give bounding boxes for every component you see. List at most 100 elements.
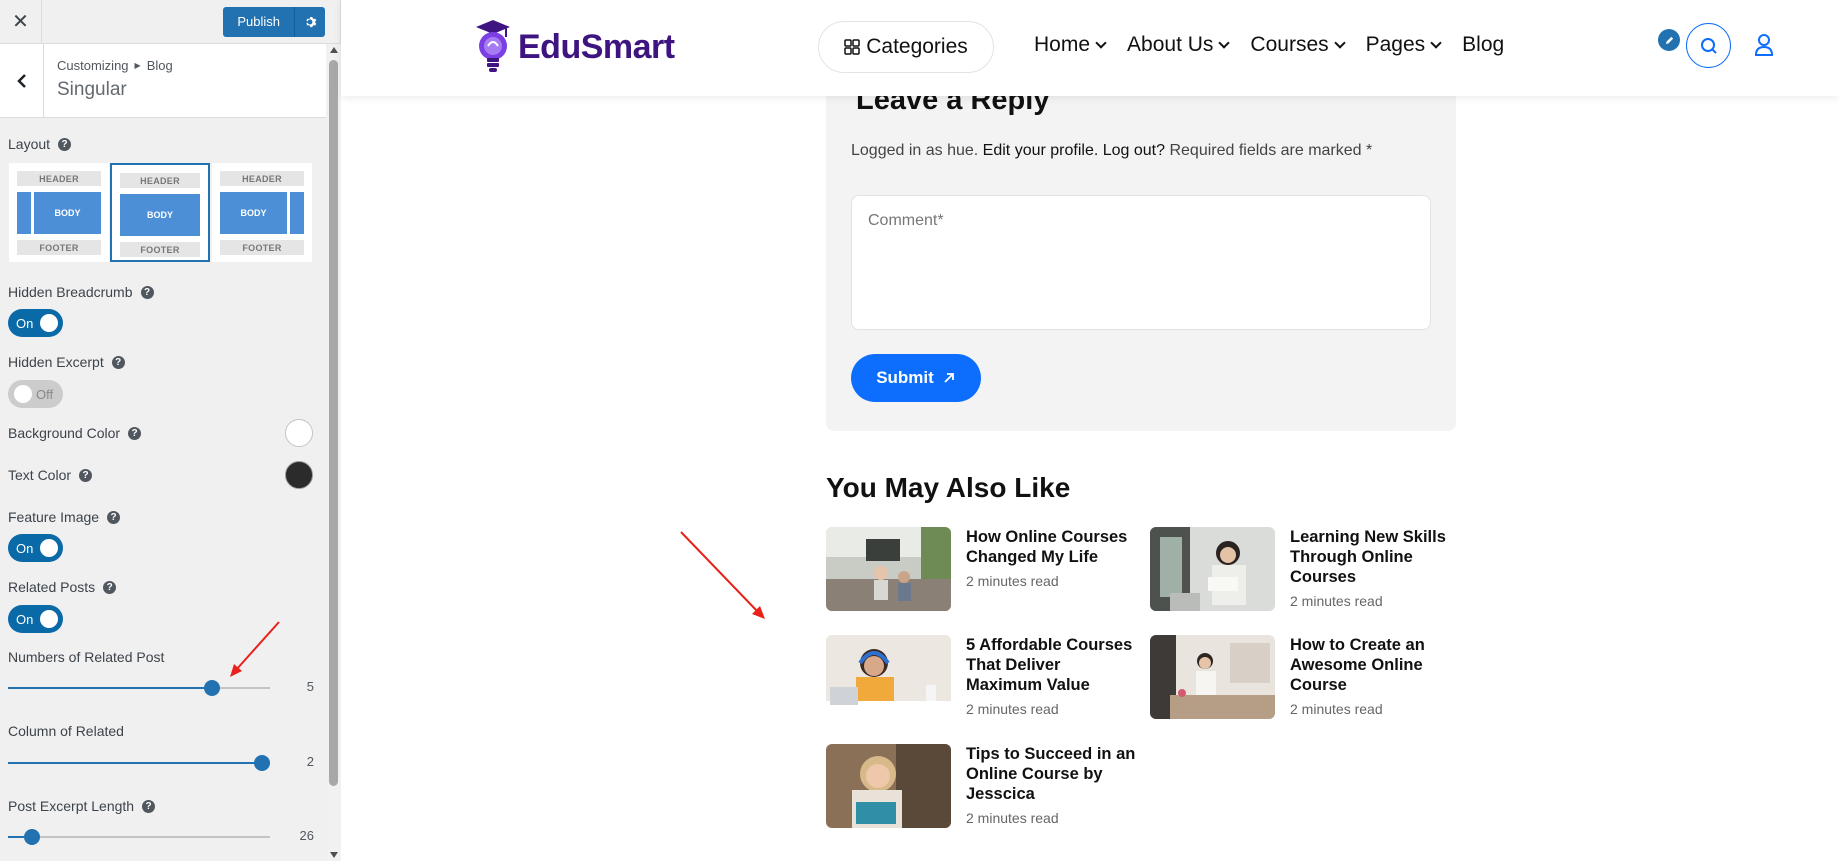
post-thumbnail[interactable] <box>826 635 951 719</box>
nav-about-us[interactable]: About Us <box>1127 33 1231 57</box>
scroll-up-icon[interactable] <box>330 47 338 53</box>
logo-text: EduSmart <box>518 27 675 66</box>
slider-handle[interactable] <box>23 829 40 845</box>
layout-no-sidebar[interactable]: HEADER BODY FOOTER <box>110 163 210 262</box>
submit-button[interactable]: Submit <box>851 354 981 402</box>
layout-body: BODY <box>220 192 287 234</box>
publish-settings-button[interactable] <box>295 6 325 37</box>
post-title[interactable]: 5 Affordable Courses That Deliver Maximu… <box>966 635 1136 695</box>
woman-reading-photo-image <box>1150 527 1275 611</box>
breadcrumb-customizing: Customizing <box>57 58 129 73</box>
layout-header: HEADER <box>17 171 101 186</box>
text-color-swatch[interactable] <box>285 461 313 489</box>
help-icon[interactable]: ? <box>111 355 125 369</box>
help-icon[interactable]: ? <box>58 137 72 151</box>
customizer-topbar: ✕ Publish <box>0 0 340 44</box>
layout-right-sidebar[interactable]: HEADER BODY FOOTER <box>212 163 312 262</box>
layout-footer: FOOTER <box>120 242 200 257</box>
post-thumbnail[interactable] <box>1150 527 1275 611</box>
related-posts-title: You May Also Like <box>826 472 1071 503</box>
help-icon[interactable]: ? <box>103 580 117 594</box>
numbers-related-value: 5 <box>306 679 314 694</box>
toggle-state: On <box>16 540 34 556</box>
related-post-card[interactable]: How to Create an Awesome Online Course 2… <box>1150 635 1460 725</box>
excerpt-length-value: 26 <box>299 828 314 843</box>
section-title: Singular <box>57 79 127 100</box>
related-posts-toggle[interactable]: On <box>8 605 63 633</box>
post-thumbnail[interactable] <box>826 744 951 828</box>
help-icon[interactable]: ? <box>140 285 154 299</box>
close-icon: ✕ <box>12 11 29 33</box>
nav-courses[interactable]: Courses <box>1250 33 1346 57</box>
layout-header: HEADER <box>120 173 200 188</box>
related-post-card[interactable]: Tips to Succeed in an Online Course by J… <box>826 744 1136 834</box>
feature-image-label: Feature Image ? <box>8 509 121 525</box>
post-title[interactable]: Tips to Succeed in an Online Course by J… <box>966 744 1136 804</box>
column-related-label: Column of Related <box>8 723 124 739</box>
nav-pages[interactable]: Pages <box>1365 33 1442 57</box>
hidden-breadcrumb-text: Hidden Breadcrumb <box>8 284 133 300</box>
search-icon <box>1700 37 1717 54</box>
post-title[interactable]: How Online Courses Changed My Life <box>966 527 1136 567</box>
background-color-label: Background Color ? <box>8 425 142 441</box>
excerpt-length-slider[interactable] <box>8 829 270 845</box>
edit-profile-link[interactable]: Edit your profile. <box>983 142 1099 159</box>
post-title[interactable]: Learning New Skills Through Online Cours… <box>1290 527 1460 587</box>
layout-body: BODY <box>34 192 101 234</box>
background-color-text: Background Color <box>8 425 121 441</box>
post-thumbnail[interactable] <box>826 527 951 611</box>
column-related-slider[interactable] <box>8 755 271 771</box>
numbers-related-label: Numbers of Related Post <box>8 649 164 665</box>
nav-label: Pages <box>1365 33 1426 56</box>
site-logo[interactable]: EduSmart <box>476 20 675 74</box>
layout-footer: FOOTER <box>220 240 304 255</box>
post-title[interactable]: How to Create an Awesome Online Course <box>1290 635 1460 695</box>
layout-header: HEADER <box>220 171 304 186</box>
related-post-card[interactable]: How Online Courses Changed My Life 2 min… <box>826 527 1136 617</box>
customizer-sidebar: ✕ Publish Customizing ▶ Blog Singular La… <box>0 0 341 861</box>
scroll-thumb[interactable] <box>329 60 338 786</box>
student-headphones-photo-image <box>826 635 951 719</box>
excerpt-length-text: Post Excerpt Length <box>8 798 135 814</box>
toggle-state: Off <box>36 386 54 402</box>
toggle-state: On <box>16 611 34 627</box>
layout-body: BODY <box>120 194 200 236</box>
logout-link[interactable]: Log out? <box>1103 142 1165 159</box>
edit-shortcut-button[interactable] <box>1658 29 1680 51</box>
slider-handle[interactable] <box>254 755 271 771</box>
help-icon[interactable]: ? <box>128 426 142 440</box>
scroll-down-icon[interactable] <box>330 852 338 858</box>
hidden-excerpt-toggle[interactable]: Off <box>8 380 63 408</box>
nav-blog[interactable]: Blog <box>1462 33 1504 57</box>
related-post-card[interactable]: Learning New Skills Through Online Cours… <box>1150 527 1460 617</box>
help-icon[interactable]: ? <box>142 799 156 813</box>
nav-label: Blog <box>1462 33 1505 56</box>
layout-left-sidebar[interactable]: HEADER BODY FOOTER <box>9 163 109 262</box>
toggle-state: On <box>16 315 34 331</box>
slider-handle[interactable] <box>204 680 221 696</box>
nav-label: About Us <box>1127 33 1214 56</box>
back-button[interactable] <box>0 44 44 118</box>
background-color-swatch[interactable] <box>285 419 313 447</box>
related-post-card[interactable]: 5 Affordable Courses That Deliver Maximu… <box>826 635 1136 725</box>
feature-image-toggle[interactable]: On <box>8 534 63 562</box>
site-header: EduSmart Categories Home About Us Course… <box>341 0 1839 96</box>
categories-button[interactable]: Categories <box>818 21 994 73</box>
help-icon[interactable]: ? <box>79 468 93 482</box>
smiling-student-photo-image <box>826 744 951 828</box>
nav-home[interactable]: Home <box>1034 33 1107 57</box>
layout-footer: FOOTER <box>17 240 101 255</box>
publish-button[interactable]: Publish <box>223 6 295 37</box>
numbers-related-slider[interactable] <box>8 680 270 696</box>
comment-textarea[interactable]: Comment* <box>851 195 1431 330</box>
post-thumbnail[interactable] <box>1150 635 1275 719</box>
feature-image-text: Feature Image <box>8 509 100 525</box>
sidebar-scrollbar[interactable] <box>326 44 341 861</box>
hidden-breadcrumb-toggle[interactable]: On <box>8 309 63 337</box>
help-icon[interactable]: ? <box>107 510 121 524</box>
user-account-button[interactable] <box>1754 33 1774 62</box>
text-color-label: Text Color ? <box>8 467 93 483</box>
chevron-down-icon <box>1430 36 1442 49</box>
search-button[interactable] <box>1686 23 1731 68</box>
close-customizer-button[interactable]: ✕ <box>0 0 42 44</box>
